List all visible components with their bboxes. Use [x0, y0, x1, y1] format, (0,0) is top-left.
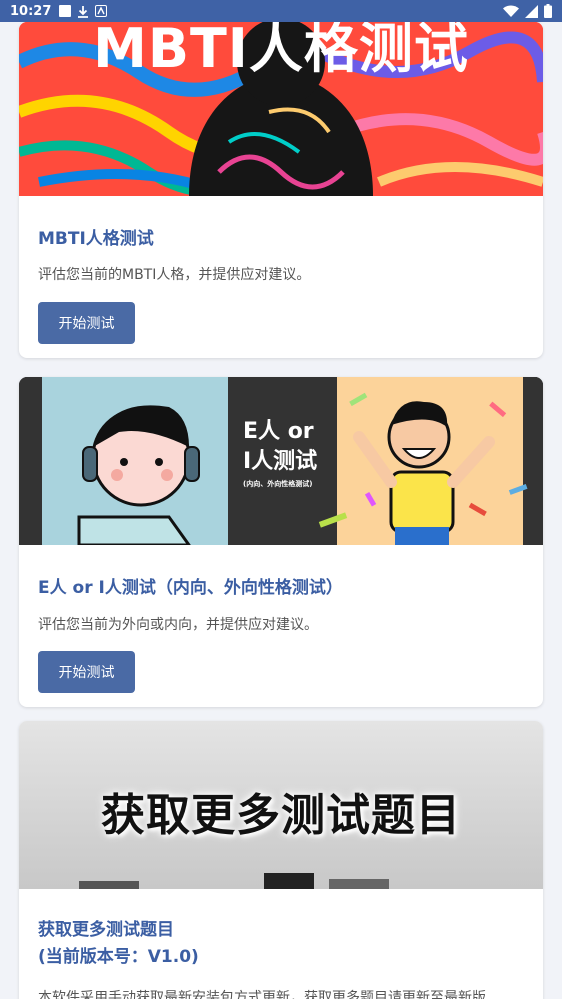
banner-title: E人 or I人测试 (内向、外向性格测试) [243, 417, 335, 491]
ei-banner-image: E人 or I人测试 (内向、外向性格测试) [19, 377, 543, 545]
more-tests-banner-image: 获取更多测试题目 [19, 721, 543, 889]
card-title: MBTI人格测试 [38, 229, 154, 249]
start-test-button[interactable]: 开始测试 [38, 302, 135, 344]
banner-title: MBTI人格测试 [93, 22, 469, 80]
version-label: (当前版本号：V1.0) [38, 947, 199, 967]
banner-title: 获取更多测试题目 [101, 790, 461, 841]
wifi-icon [503, 5, 519, 17]
more-tests-card: 获取更多测试题目 获取更多测试题目 (当前版本号：V1.0) 本软件采用手动获取… [19, 721, 543, 999]
mbti-test-card: MBTI人格测试 MBTI人格测试 评估您当前的MBTI人格，并提供应对建议。 … [19, 22, 543, 358]
card-description: 本软件采用手动获取最新安装包方式更新，获取更多题目请更新至最新版 [38, 990, 486, 999]
mbti-banner-image: MBTI人格测试 [19, 22, 543, 196]
card-description: 评估您当前的MBTI人格，并提供应对建议。 [38, 267, 311, 283]
status-time: 10:27 [10, 3, 52, 19]
ei-test-card: E人 or I人测试 (内向、外向性格测试) E人 or I人测试（内向、外向性… [19, 377, 543, 707]
banner-subtitle: (内向、外向性格测试) [243, 480, 313, 488]
card-description: 评估您当前为外向或内向，并提供应对建议。 [38, 617, 318, 633]
app-notification-icon [95, 5, 108, 17]
banner-title-line1: E人 or [243, 419, 314, 444]
status-bar: 10:27 [0, 0, 562, 22]
card-title: E人 or I人测试（内向、外向性格测试） [38, 578, 343, 598]
test-list[interactable]: MBTI人格测试 MBTI人格测试 评估您当前的MBTI人格，并提供应对建议。 … [0, 22, 562, 999]
start-test-button[interactable]: 开始测试 [38, 651, 135, 693]
notification-icon [59, 5, 72, 17]
download-icon [78, 5, 89, 18]
signal-icon [525, 4, 538, 18]
battery-icon [544, 4, 552, 18]
card-title: 获取更多测试题目 [38, 920, 174, 940]
banner-title-line2: I人测试 [243, 449, 318, 474]
